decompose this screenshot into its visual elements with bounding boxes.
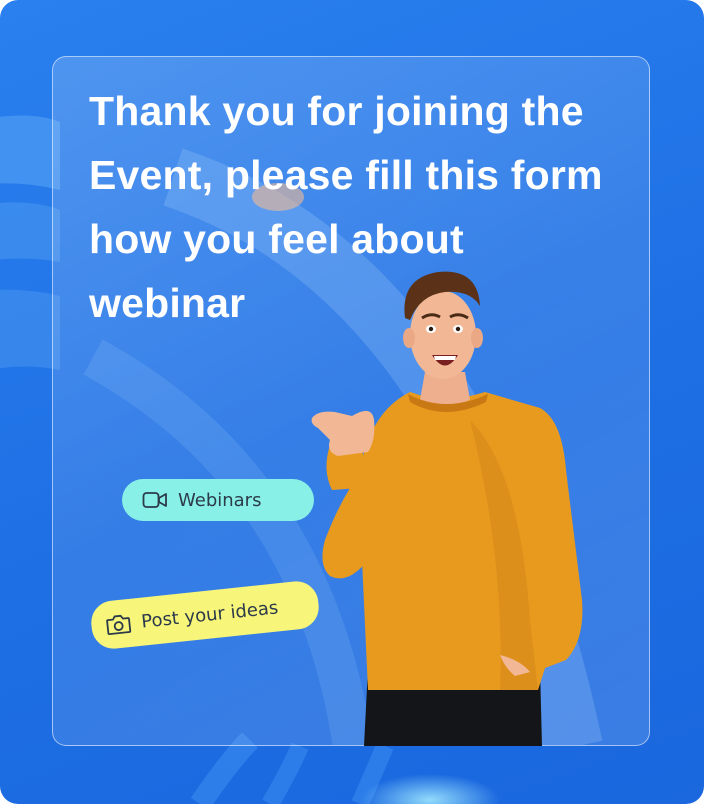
headline: Thank you for joining the Event, please … [89,88,603,326]
event-card: Thank you for joining the Event, please … [52,56,650,746]
camera-icon [106,614,132,635]
webinars-chip[interactable]: Webinars [122,479,314,521]
webinars-chip-label: Webinars [178,489,262,511]
post-ideas-chip-label: Post your ideas [140,596,280,633]
video-camera-icon [142,492,167,508]
